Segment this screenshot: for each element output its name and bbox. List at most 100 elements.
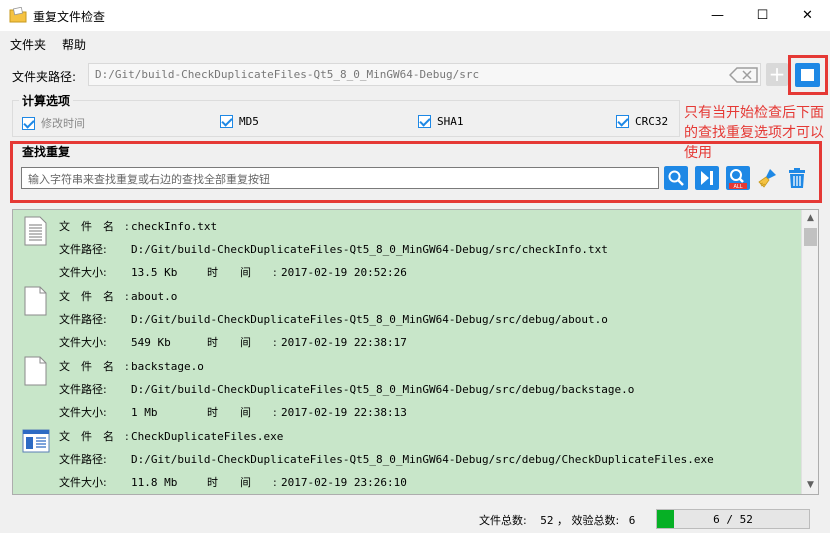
file-time-value: 2017-02-19 20:52:26 — [281, 266, 407, 279]
file-path-row: 文件路径: D:/Git/build-CheckDuplicateFiles-Qt… — [59, 311, 608, 327]
clear-icon[interactable] — [729, 67, 759, 83]
menu-folder[interactable]: 文件夹 — [10, 36, 46, 53]
checked-files-value: 6 — [628, 514, 636, 527]
file-size-value: 549 Kb — [131, 336, 171, 349]
file-size-value: 1 Mb — [131, 406, 158, 419]
file-size-row: 文件大小: 549 Kb 时间:2017-02-19 22:38:17 — [59, 334, 407, 350]
file-size-row: 文件大小: 13.5 Kb 时间:2017-02-19 20:52:26 — [59, 264, 407, 280]
find-next-button[interactable] — [695, 166, 719, 190]
file-name-value: about.o — [131, 290, 178, 303]
vertical-scrollbar[interactable]: ▲ ▼ — [801, 210, 818, 494]
file-time-label: 时间: — [207, 266, 299, 279]
file-path-label: 文件路径: — [59, 313, 107, 326]
stop-button[interactable] — [795, 63, 820, 87]
file-name-label: 文件名: — [59, 290, 140, 303]
scroll-up-icon[interactable]: ▲ — [802, 210, 818, 227]
status-separator: ， — [556, 514, 568, 527]
folder-path-field[interactable]: D:/Git/build-CheckDuplicateFiles-Qt5_8_0… — [88, 63, 761, 86]
minimize-button[interactable]: — — [695, 0, 740, 31]
file-name-label: 文件名: — [59, 220, 140, 233]
file-size-label: 文件大小: — [59, 476, 107, 489]
file-size-row: 文件大小: 1 Mb 时间:2017-02-19 22:38:13 — [59, 404, 407, 420]
delete-trash-icon[interactable] — [785, 166, 809, 190]
file-name-row: 文件名:CheckDuplicateFiles.exe — [59, 428, 283, 444]
checked-files-label: 效验总数: — [571, 514, 620, 527]
option-label: CRC32 — [635, 115, 669, 128]
file-name-value: checkInfo.txt — [131, 220, 218, 233]
file-time-label: 时间: — [207, 406, 299, 419]
search-input[interactable]: 输入字符串来查找重复或右边的查找全部重复按钮 — [21, 167, 659, 189]
status-text: 文件总数: 52 ， 效验总数: 6 — [479, 512, 635, 528]
list-item[interactable]: 文件名:CheckDuplicateFiles.exe 文件路径: D:/Git/… — [13, 420, 801, 490]
scroll-down-icon[interactable]: ▼ — [802, 477, 818, 494]
find-all-button[interactable]: ALL — [726, 166, 750, 190]
file-path-value: D:/Git/build-CheckDuplicateFiles-Qt5_8_0… — [131, 453, 714, 466]
calc-options-group — [12, 100, 680, 137]
file-time-value: 2017-02-19 23:26:10 — [281, 476, 407, 489]
option-label: SHA1 — [437, 115, 464, 128]
list-item[interactable]: 文件名:checkInfo.txt 文件路径: D:/Git/build-Chec… — [13, 210, 801, 280]
file-path-label: 文件路径: — [59, 243, 107, 256]
option-crc32[interactable]: CRC32 — [616, 115, 668, 128]
file-path-label: 文件路径: — [59, 383, 107, 396]
blank-file-icon — [24, 356, 47, 386]
option-label: 修改时间 — [41, 117, 85, 130]
file-path-row: 文件路径: D:/Git/build-CheckDuplicateFiles-Qt… — [59, 451, 714, 467]
file-path-row: 文件路径: D:/Git/build-CheckDuplicateFiles-Qt… — [59, 241, 608, 257]
file-size-label: 文件大小: — [59, 406, 107, 419]
file-time-label: 时间: — [207, 476, 299, 489]
file-size-label: 文件大小: — [59, 266, 107, 279]
file-path-value: D:/Git/build-CheckDuplicateFiles-Qt5_8_0… — [131, 383, 635, 396]
checkbox-icon[interactable] — [418, 115, 431, 128]
menu-bar: 文件夹 帮助 — [0, 31, 830, 55]
find-title: 查找重复 — [22, 145, 71, 159]
file-name-label: 文件名: — [59, 430, 140, 443]
file-size-value: 13.5 Kb — [131, 266, 178, 279]
file-path-row: 文件路径: D:/Git/build-CheckDuplicateFiles-Qt… — [59, 381, 634, 397]
file-name-row: 文件名:backstage.o — [59, 358, 204, 374]
close-button[interactable]: ✕ — [785, 0, 830, 31]
file-name-value: backstage.o — [131, 360, 204, 373]
svg-text:ALL: ALL — [734, 184, 743, 190]
window-title: 重复文件检查 — [33, 10, 106, 24]
checkbox-icon[interactable] — [22, 116, 35, 130]
maximize-button[interactable]: ☐ — [740, 0, 785, 31]
file-name-row: 文件名:about.o — [59, 288, 177, 304]
progress-bar: 6 / 52 — [656, 509, 810, 529]
exe-file-icon — [22, 429, 50, 453]
app-folder-icon — [9, 7, 27, 23]
blank-file-icon — [24, 286, 47, 316]
option-label: MD5 — [239, 115, 259, 128]
list-item[interactable]: 文件名:about.o 文件路径: D:/Git/build-CheckDupli… — [13, 280, 801, 350]
file-time-label: 时间: — [207, 336, 299, 349]
file-name-label: 文件名: — [59, 360, 140, 373]
clean-brush-icon[interactable] — [756, 166, 780, 190]
file-path-value: D:/Git/build-CheckDuplicateFiles-Qt5_8_0… — [131, 243, 608, 256]
add-folder-button[interactable]: + — [766, 63, 788, 86]
list-item[interactable]: 文件名:backstage.o 文件路径: D:/Git/build-CheckD… — [13, 350, 801, 420]
scroll-thumb[interactable] — [804, 228, 817, 246]
menu-help[interactable]: 帮助 — [62, 36, 86, 53]
total-files-value: 52 — [540, 514, 554, 527]
file-path-label: 文件路径: — [59, 453, 107, 466]
file-time-value: 2017-02-19 22:38:17 — [281, 336, 407, 349]
checkbox-icon[interactable] — [220, 115, 233, 128]
folder-path-label: 文件夹路径: — [12, 70, 77, 84]
file-size-value: 11.8 Mb — [131, 476, 178, 489]
file-name-row: 文件名:checkInfo.txt — [59, 218, 217, 234]
search-button[interactable] — [664, 166, 688, 190]
option-md5[interactable]: MD5 — [220, 115, 259, 128]
total-files-label: 文件总数: — [479, 514, 527, 527]
option-sha1[interactable]: SHA1 — [418, 115, 464, 128]
calc-options-title: 计算选项 — [19, 92, 74, 109]
title-bar: 重复文件检查 — ☐ ✕ — [0, 0, 830, 31]
file-time-value: 2017-02-19 22:38:13 — [281, 406, 407, 419]
file-size-label: 文件大小: — [59, 336, 107, 349]
checkbox-icon[interactable] — [616, 115, 629, 128]
text-file-icon — [24, 216, 47, 246]
option-modified-time[interactable]: 修改时间 — [22, 115, 85, 131]
progress-text: 6 / 52 — [713, 513, 753, 526]
result-list[interactable]: 文件名:checkInfo.txt 文件路径: D:/Git/build-Chec… — [12, 209, 819, 495]
file-size-row: 文件大小: 11.8 Mb 时间:2017-02-19 23:26:10 — [59, 474, 407, 490]
file-name-value: CheckDuplicateFiles.exe — [131, 430, 284, 443]
